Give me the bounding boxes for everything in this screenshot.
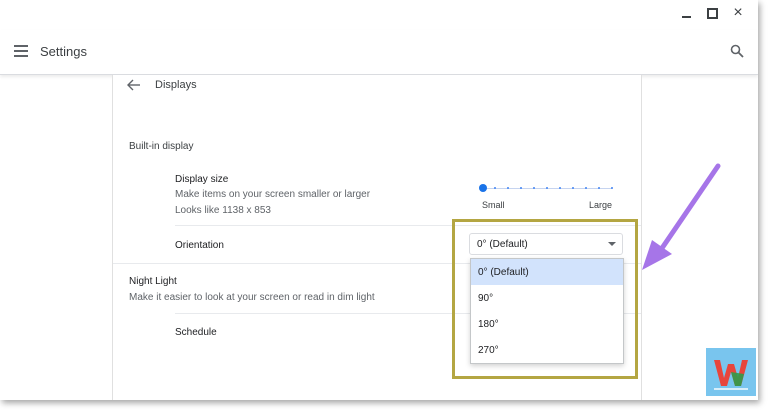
close-icon: × [733, 4, 743, 21]
slider-tick [533, 187, 535, 189]
annotation-arrow-icon [642, 163, 721, 270]
slider-tick [546, 187, 548, 189]
schedule-label: Schedule [175, 327, 217, 338]
slider-tick [507, 187, 509, 189]
minimize-icon [681, 16, 691, 18]
minimize-button[interactable] [678, 5, 694, 21]
display-size-description: Make items on your screen smaller or lar… [175, 189, 371, 200]
annotation-highlight-box [452, 219, 638, 379]
slider-min-label: Small [482, 200, 505, 210]
search-icon[interactable] [730, 44, 744, 58]
settings-header: Settings [0, 30, 758, 75]
night-light-title: Night Light [129, 276, 177, 287]
page-header: Displays [127, 75, 197, 95]
slider-tick [572, 187, 574, 189]
window-controls: × [678, 4, 746, 22]
hamburger-menu-icon[interactable] [14, 45, 28, 57]
slider-max-label: Large [589, 200, 613, 210]
night-light-description: Make it easier to look at your screen or… [129, 292, 375, 303]
maximize-icon [706, 7, 718, 19]
slider-tick [611, 187, 613, 189]
slider-tick [598, 187, 600, 189]
slider-tick [559, 187, 561, 189]
builtin-display-section-title: Built-in display [129, 141, 194, 152]
display-size-title: Display size [175, 174, 229, 185]
page-title: Displays [155, 79, 197, 91]
orientation-label: Orientation [175, 240, 224, 251]
settings-window: × Settings Displays Built-in display Dis… [0, 0, 758, 400]
watermark-logo [706, 348, 756, 396]
maximize-button[interactable] [704, 5, 720, 21]
back-arrow-icon[interactable] [127, 79, 141, 91]
slider-tick [494, 187, 496, 189]
app-title: Settings [40, 44, 87, 59]
display-size-resolution: Looks like 1138 x 853 [175, 205, 271, 216]
slider-knob[interactable] [479, 184, 487, 192]
logo-icon [714, 360, 748, 390]
slider-tick [520, 187, 522, 189]
display-size-slider[interactable] [479, 184, 613, 192]
slider-tick [585, 187, 587, 189]
close-button[interactable]: × [730, 4, 746, 21]
